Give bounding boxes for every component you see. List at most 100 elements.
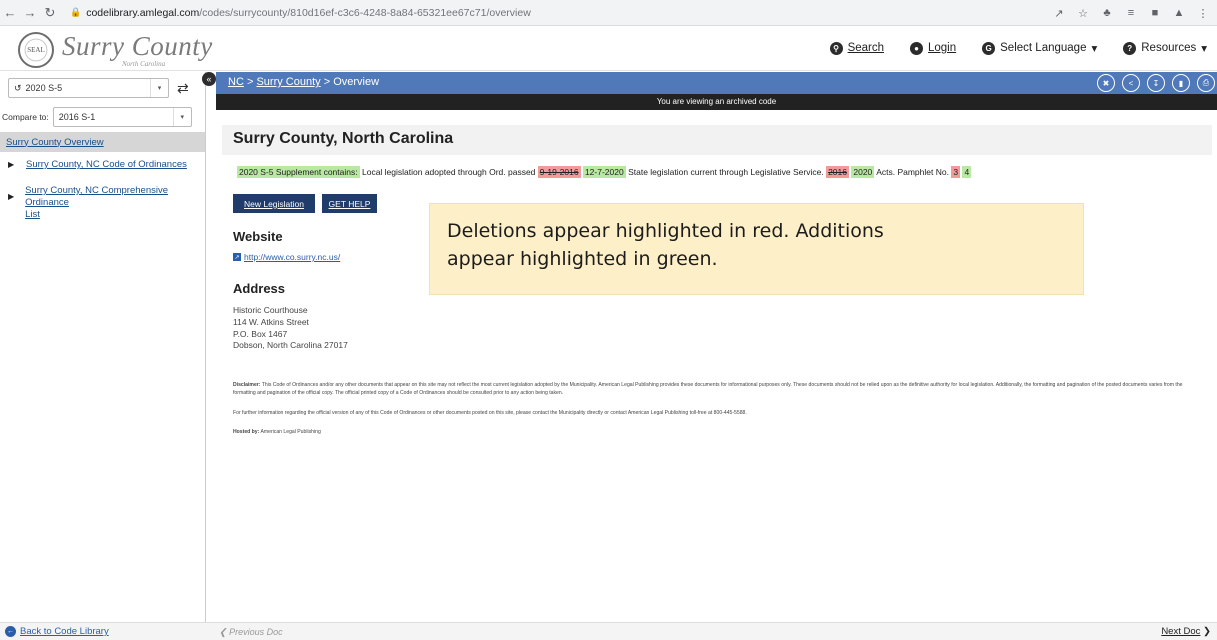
address-bar[interactable]: 🔒 codelibrary.amlegal.com/codes/surrycou…: [66, 3, 756, 23]
chevron-down-icon: ▾: [1201, 43, 1207, 55]
menu-icon[interactable]: ⋮: [1193, 3, 1213, 23]
address-heading: Address: [233, 281, 286, 296]
caret-right-icon[interactable]: ▶: [8, 185, 25, 221]
resources-label: Resources: [1141, 42, 1197, 54]
search-link[interactable]: ⚲ Search: [829, 41, 884, 55]
added-no: 4: [962, 166, 972, 178]
user-icon: ●: [910, 41, 923, 55]
browser-toolbar: ← → ↻ 🔒 codelibrary.amlegal.com/codes/su…: [0, 0, 1217, 26]
website-link[interactable]: ↗ http://www.co.surry.nc.us/: [233, 252, 340, 262]
external-link-icon: ↗: [233, 253, 241, 261]
compare-label: Compare to:: [2, 112, 49, 122]
site-header: SEAL Surry County North Carolina ⚲ Searc…: [0, 27, 1217, 71]
back-to-library-link[interactable]: ← Back to Code Library: [5, 626, 109, 637]
website-url: http://www.co.surry.nc.us/: [244, 252, 341, 262]
resources-menu[interactable]: ? Resources ▾: [1123, 41, 1207, 55]
sidepanel-icon[interactable]: ■: [1145, 3, 1165, 23]
compare-value: 2016 S-1: [58, 112, 96, 122]
footer-bar: ← Back to Code Library ❮ Previous Doc Ne…: [0, 622, 1217, 640]
breadcrumb: NC > Surry County > Overview: [228, 76, 379, 88]
address-block: Historic Courthouse 114 W. Atkins Street…: [233, 305, 348, 352]
back-label: Back to Code Library: [20, 626, 109, 637]
print-icon[interactable]: ⎙: [1197, 74, 1215, 92]
playlist-icon[interactable]: ≡: [1121, 3, 1141, 23]
toc-item-code-of-ordinances[interactable]: ▶ Surry County, NC Code of Ordinances: [0, 159, 205, 171]
breadcrumb-sep: >: [246, 76, 254, 88]
added-date: 12-7-2020: [582, 166, 626, 178]
toc-item-label: Surry County, NC Code of Ordinances: [26, 159, 187, 170]
further-info: For further information regarding the of…: [233, 410, 747, 416]
login-label: Login: [928, 42, 957, 54]
supplement-text2: State legislation current through Legisl…: [628, 167, 824, 177]
reload-icon[interactable]: ↻: [40, 3, 60, 23]
address-line: P.O. Box 1467: [233, 328, 288, 339]
disclaimer-text: This Code of Ordinances and/or any other…: [233, 382, 1183, 396]
caret-right-icon[interactable]: ▶: [8, 159, 26, 171]
disclaimer: Disclaimer: This Code of Ordinances and/…: [233, 381, 1193, 397]
title-row: Surry County, North Carolina: [222, 125, 1212, 155]
callout-line2: appear highlighted in green.: [447, 248, 718, 270]
logo-subtitle: North Carolina: [122, 60, 166, 68]
url-domain: codelibrary.amlegal.com: [86, 6, 200, 19]
language-select[interactable]: G Select Language ▾: [982, 41, 1097, 55]
deleted-date: 9-19-2016: [537, 166, 581, 178]
chevron-right-icon: ❯: [1203, 626, 1211, 637]
breadcrumb-county[interactable]: Surry County: [256, 76, 320, 88]
share-icon[interactable]: ↗: [1049, 3, 1069, 23]
callout-line1: Deletions appear highlighted in red. Add…: [447, 220, 884, 242]
new-legislation-button[interactable]: New Legislation: [233, 194, 315, 213]
version-select[interactable]: ↺ 2020 S-5 ▾: [8, 78, 169, 98]
prev-label: Previous Doc: [229, 627, 283, 637]
search-label: Search: [847, 42, 884, 54]
star-icon[interactable]: ☆: [1073, 3, 1093, 23]
help-icon: ?: [1123, 41, 1137, 55]
login-link[interactable]: ● Login: [910, 41, 956, 55]
previous-doc-link[interactable]: ❮ Previous Doc: [219, 627, 283, 638]
download-icon[interactable]: ↧: [1147, 74, 1165, 92]
toc-item-overview[interactable]: Surry County Overview: [0, 132, 205, 152]
website-heading: Website: [233, 229, 283, 244]
chevron-down-icon: ▾: [150, 79, 168, 97]
compare-select[interactable]: 2016 S-1 ▾: [52, 107, 192, 127]
deleted-no: 3: [951, 166, 961, 178]
breadcrumb-nc[interactable]: NC: [228, 76, 244, 88]
language-label: Select Language: [1000, 42, 1087, 54]
chevron-left-icon: ❮: [219, 627, 227, 637]
collapse-sidebar-icon[interactable]: «: [202, 72, 216, 86]
lock-icon: 🔒: [70, 7, 82, 17]
search-icon: ⚲: [829, 41, 843, 55]
chevron-down-icon: ▾: [172, 108, 191, 126]
forward-arrow-icon[interactable]: →: [20, 3, 40, 23]
history-icon: ↺: [14, 82, 22, 93]
address-line: 114 W. Atkins Street: [233, 316, 309, 327]
supplement-text1: Local legislation adopted through Ord. p…: [361, 167, 536, 177]
toc-item-label: Surry County Overview: [6, 136, 104, 148]
next-label: Next Doc: [1161, 626, 1201, 637]
supplement-info: 2020 S-5 Supplement contains: Local legi…: [237, 166, 972, 178]
hosted-by: Hosted by: American Legal Publishing: [233, 429, 321, 435]
share-icon[interactable]: <: [1122, 74, 1140, 92]
profile-icon[interactable]: ▲: [1169, 3, 1189, 23]
bookmark-icon[interactable]: ▮: [1172, 74, 1190, 92]
toc-item-label-cont: List: [25, 209, 40, 220]
url-path: /codes/surrycounty/810d16ef-c3c6-4248-8a…: [199, 6, 531, 19]
hide-icon[interactable]: ✖: [1097, 74, 1115, 92]
next-doc-link[interactable]: Next Doc ❯: [1161, 626, 1211, 637]
get-help-button[interactable]: GET HELP: [322, 194, 377, 213]
compare-swap-icon[interactable]: ⇄: [177, 80, 189, 97]
hosted-label: Hosted by:: [233, 429, 260, 435]
address-line: Historic Courthouse: [233, 305, 308, 315]
supplement-text3: Acts. Pamphlet No.: [876, 167, 949, 177]
toc-item-label: Surry County, NC Comprehensive Ordinance: [25, 185, 168, 208]
toc-item-comprehensive-ordinance-list[interactable]: ▶ Surry County, NC Comprehensive Ordinan…: [0, 185, 205, 221]
back-arrow-icon[interactable]: ←: [0, 3, 20, 23]
archived-notice: You are viewing an archived code: [216, 94, 1217, 110]
highlight-legend-callout: Deletions appear highlighted in red. Add…: [429, 203, 1084, 295]
arrow-left-icon: ←: [5, 626, 16, 637]
added-year: 2020: [851, 166, 875, 178]
version-value: 2020 S-5: [25, 83, 63, 93]
extension-icon[interactable]: ♣: [1097, 3, 1117, 23]
logo-title[interactable]: Surry County: [62, 31, 213, 62]
address-line: Dobson, North Carolina 27017: [233, 340, 348, 351]
page-title: Surry County, North Carolina: [233, 130, 454, 147]
